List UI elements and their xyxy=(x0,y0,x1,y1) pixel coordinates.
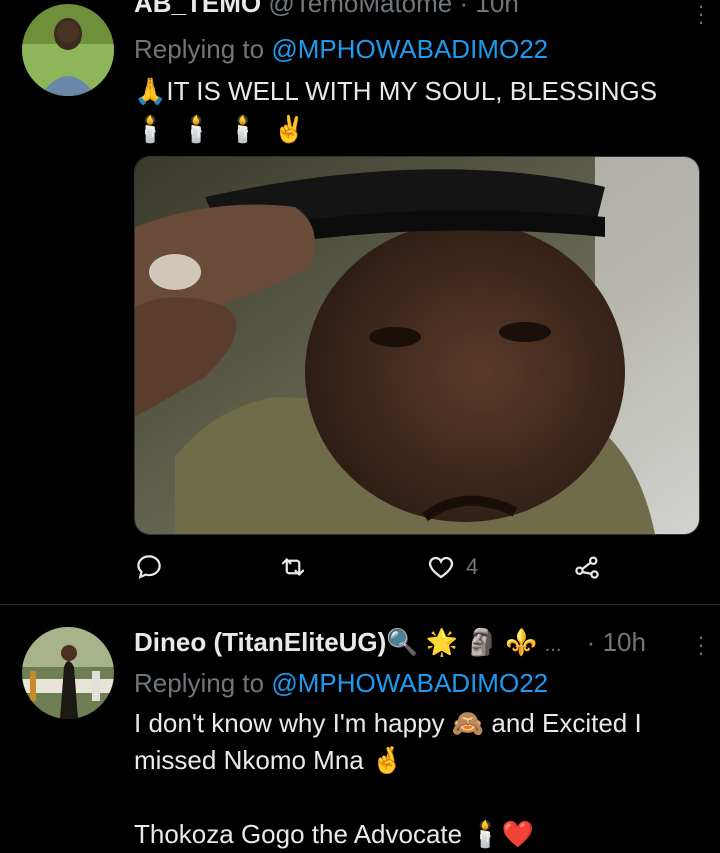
crossed-fingers-emoji: 🤞 xyxy=(370,745,404,775)
avatar[interactable] xyxy=(22,627,114,719)
candle-emoji: 🕯️ xyxy=(134,114,167,144)
replying-to: Replying to @MPHOWABADIMO22 xyxy=(134,668,548,699)
timestamp[interactable]: 10h xyxy=(603,627,646,657)
red-heart-emoji: ❤️ xyxy=(501,819,535,849)
tweet-text-line: Thokoza Gogo the Advocate 🕯️❤️ xyxy=(134,816,642,853)
magnifier-emoji: 🔍 xyxy=(386,627,419,657)
display-name[interactable]: AB_TEMO xyxy=(134,0,261,18)
text-segment: missed Nkomo Mna xyxy=(134,745,364,775)
tweet-text: I don't know why I'm happy 🙈 and Excited… xyxy=(134,705,642,853)
avatar[interactable] xyxy=(22,4,114,96)
handle[interactable]: @TemoMatome xyxy=(268,0,452,18)
tweet-header: Dineo (TitanEliteUG)🔍 🌟 🗿 ⚜️ ... · 10h xyxy=(134,627,680,657)
reply-icon xyxy=(134,552,164,582)
retweet-icon xyxy=(278,552,308,582)
display-name[interactable]: Dineo (TitanEliteUG) xyxy=(134,627,386,657)
heart-icon xyxy=(426,552,456,582)
see-no-evil-emoji: 🙈 xyxy=(451,708,485,738)
victory-hand-emoji: ✌️ xyxy=(273,114,306,144)
candle-emoji: 🕯️ xyxy=(226,114,260,144)
tweet-2[interactable]: Dineo (TitanEliteUG)🔍 🌟 🗿 ⚜️ ... · 10h ·… xyxy=(0,604,720,849)
separator: · xyxy=(459,0,469,18)
moai-emoji: 🗿 xyxy=(465,627,498,657)
fleur-emoji: ⚜️ xyxy=(505,627,538,657)
text-segment: and Excited I xyxy=(491,708,642,738)
star-emoji: 🌟 xyxy=(425,627,459,657)
tweet-text: 🙏IT IS WELL WITH MY SOUL, BLESSINGS xyxy=(134,76,657,107)
tweet-header: AB_TEMO @TemoMatome · 10h xyxy=(134,0,708,18)
replying-handle-link[interactable]: @MPHOWABADIMO22 xyxy=(271,34,548,64)
tweet-text-line: I don't know why I'm happy 🙈 and Excited… xyxy=(134,705,642,742)
more-options-icon[interactable]: · · · xyxy=(696,626,706,664)
candle-emoji: 🕯️ xyxy=(180,114,213,144)
share-button[interactable] xyxy=(572,552,602,582)
like-count: 4 xyxy=(466,554,479,579)
timestamp[interactable]: 10h xyxy=(475,0,518,18)
text-segment: I don't know why I'm happy xyxy=(134,708,445,738)
tweet-actions: 4 xyxy=(134,552,614,586)
separator: · xyxy=(586,627,596,657)
reply-button[interactable] xyxy=(134,552,174,582)
candle-emoji: 🕯️ xyxy=(469,819,502,849)
replying-to: Replying to @MPHOWABADIMO22 xyxy=(134,34,548,65)
replying-prefix: Replying to xyxy=(134,668,265,698)
emoji-row: 🕯️ 🕯️ 🕯️ ✌️ xyxy=(134,114,306,145)
like-button[interactable]: 4 xyxy=(426,552,478,582)
text-segment: Thokoza Gogo the Advocate xyxy=(134,819,463,849)
replying-prefix: Replying to xyxy=(134,34,265,64)
tweet-text-line: missed Nkomo Mna 🤞 xyxy=(134,742,642,779)
more-options-icon[interactable]: · · · xyxy=(696,0,706,33)
praying-hands-emoji: 🙏 xyxy=(134,76,167,106)
retweet-button[interactable] xyxy=(278,552,318,582)
name-truncation: ... xyxy=(544,634,562,656)
tweet-media-photo[interactable] xyxy=(134,156,700,535)
replying-handle-link[interactable]: @MPHOWABADIMO22 xyxy=(271,668,548,698)
tweet-text-content: IT IS WELL WITH MY SOUL, BLESSINGS xyxy=(166,76,658,106)
tweet-1[interactable]: AB_TEMO @TemoMatome · 10h · · · Replying t… xyxy=(0,0,720,604)
share-icon xyxy=(572,552,602,582)
